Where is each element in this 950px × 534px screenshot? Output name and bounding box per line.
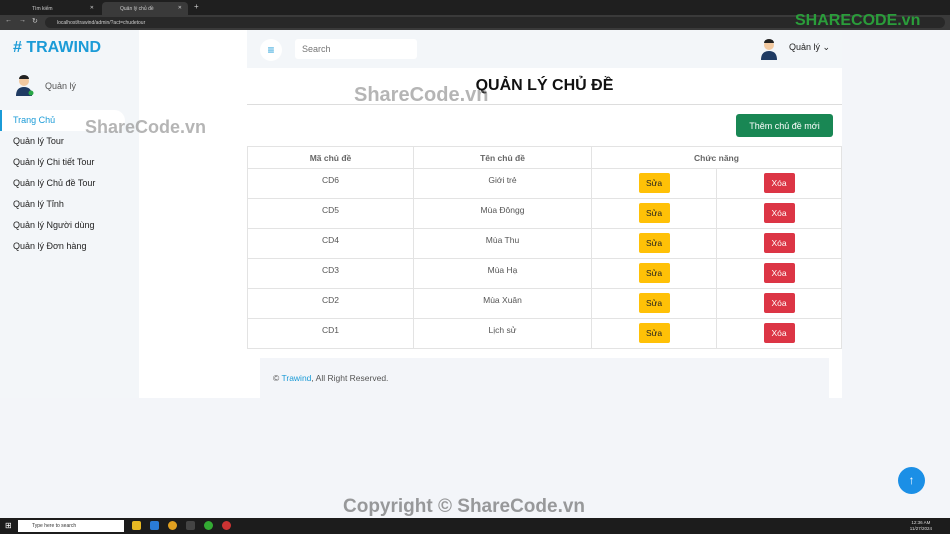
topic-id: CD4 — [247, 228, 414, 259]
topic-name: Mùa Hạ — [413, 258, 592, 289]
topic-id: CD5 — [247, 198, 414, 229]
browser-tab[interactable]: Tìm kiếm ✕ — [14, 2, 100, 15]
date: 11/27/2024 — [909, 526, 932, 531]
edit-button[interactable]: Sửa — [638, 263, 670, 283]
sidebar-item-users[interactable]: Quản lý Người dùng — [0, 215, 125, 236]
topic-id: CD3 — [247, 258, 414, 289]
tab-label: Quản lý chủ đề — [120, 6, 154, 12]
close-icon[interactable]: ✕ — [90, 5, 94, 11]
column-header: Tên chủ đề — [413, 146, 592, 169]
sidebar-item-tour-details[interactable]: Quản lý Chi tiết Tour — [0, 152, 125, 173]
taskbar: ⊞ Type here to search 12:36 AM 11/27/2024 — [0, 518, 950, 534]
back-icon[interactable]: ← — [5, 17, 12, 24]
spacer — [139, 30, 247, 398]
app-icon[interactable] — [222, 521, 231, 530]
table-row: CD3 Mùa Hạ Sửa Xóa — [247, 258, 842, 289]
sidebar-item-provinces[interactable]: Quản lý Tỉnh — [0, 194, 125, 215]
topic-name: Mùa Thu — [413, 228, 592, 259]
sharecode-logo: SHARECODE.vn — [795, 12, 921, 29]
main-content: QUẢN LÝ CHỦ ĐỀ Thêm chủ đề mới Mã chủ đề… — [247, 68, 842, 398]
scroll-top-button[interactable]: ↑ — [898, 467, 925, 494]
tab-label: Tìm kiếm — [32, 6, 53, 12]
delete-button[interactable]: Xóa — [763, 323, 795, 343]
topic-name: Mùa Đôngg — [413, 198, 592, 229]
delete-button[interactable]: Xóa — [763, 173, 795, 193]
topic-id: CD1 — [247, 318, 414, 349]
new-tab-icon[interactable]: + — [194, 2, 199, 11]
page-title: QUẢN LÝ CHỦ ĐỀ — [475, 77, 614, 94]
topic-id: CD6 — [247, 168, 414, 199]
topic-name: Giới trẻ — [413, 168, 592, 199]
user-role: Quản lý — [45, 81, 77, 91]
windows-start-icon[interactable]: ⊞ — [5, 521, 12, 530]
sidebar-item-tour-topics[interactable]: Quản lý Chủ đề Tour — [0, 173, 125, 194]
vscode-icon[interactable] — [150, 521, 159, 530]
topics-table: Mã chủ đề Tên chủ đề Chức năng CD6 Giới t… — [247, 146, 842, 349]
topic-id: CD2 — [247, 288, 414, 319]
user-menu[interactable]: Quản lý ⌄ — [789, 42, 830, 53]
watermark: ShareCode.vn — [85, 117, 207, 137]
delete-button[interactable]: Xóa — [763, 203, 795, 223]
divider — [247, 104, 842, 105]
table-row: CD6 Giới trẻ Sửa Xóa — [247, 168, 842, 199]
footer-text: , All Right Reserved. — [311, 373, 389, 383]
taskbar-search[interactable]: Type here to search — [18, 520, 124, 532]
delete-button[interactable]: Xóa — [763, 263, 795, 283]
edit-button[interactable]: Sửa — [638, 293, 670, 313]
table-row: CD2 Mùa Xuân Sửa Xóa — [247, 288, 842, 319]
footer: © Trawind, All Right Reserved. — [260, 358, 829, 398]
app-icon[interactable] — [204, 521, 213, 530]
menu-toggle-icon[interactable]: ≡ — [260, 39, 282, 61]
edit-button[interactable]: Sửa — [638, 323, 670, 343]
brand-link[interactable]: Trawind — [281, 373, 311, 383]
edit-button[interactable]: Sửa — [638, 233, 670, 253]
chrome-icon[interactable] — [168, 521, 177, 530]
avatar — [761, 39, 777, 60]
clock: 12:36 AM 11/27/2024 — [910, 520, 932, 532]
delete-button[interactable]: Xóa — [763, 293, 795, 313]
edit-button[interactable]: Sửa — [638, 173, 670, 193]
sidebar: # TRAWIND Quản lý Trang Chủ Quản lý Tour… — [0, 30, 139, 398]
terminal-icon[interactable] — [186, 521, 195, 530]
table-row: CD1 Lịch sử Sửa Xóa — [247, 318, 842, 349]
column-header: Mã chủ đề — [247, 146, 414, 169]
add-topic-button[interactable]: Thêm chủ đề mới — [736, 114, 833, 137]
file-explorer-icon[interactable] — [132, 521, 141, 530]
watermark: ShareCode.vn — [354, 84, 489, 106]
search-input[interactable] — [295, 39, 417, 59]
topic-name: Mùa Xuân — [413, 288, 592, 319]
sidebar-item-orders[interactable]: Quản lý Đơn hàng — [0, 236, 125, 257]
logo: # TRAWIND — [13, 39, 101, 56]
close-icon[interactable]: ✕ — [178, 5, 182, 11]
table-row: CD5 Mùa Đôngg Sửa Xóa — [247, 198, 842, 229]
topic-name: Lịch sử — [413, 318, 592, 349]
watermark: Copyright © ShareCode.vn — [343, 496, 586, 517]
forward-icon[interactable]: → — [19, 17, 26, 24]
avatar — [16, 75, 34, 96]
edit-button[interactable]: Sửa — [638, 203, 670, 223]
topbar: ≡ Quản lý ⌄ — [247, 30, 842, 68]
delete-button[interactable]: Xóa — [763, 233, 795, 253]
table-row: CD4 Mùa Thu Sửa Xóa — [247, 228, 842, 259]
reload-icon[interactable]: ↻ — [32, 17, 38, 25]
browser-tab-active[interactable]: Quản lý chủ đề ✕ — [102, 2, 188, 15]
column-header: Chức năng — [591, 146, 842, 169]
